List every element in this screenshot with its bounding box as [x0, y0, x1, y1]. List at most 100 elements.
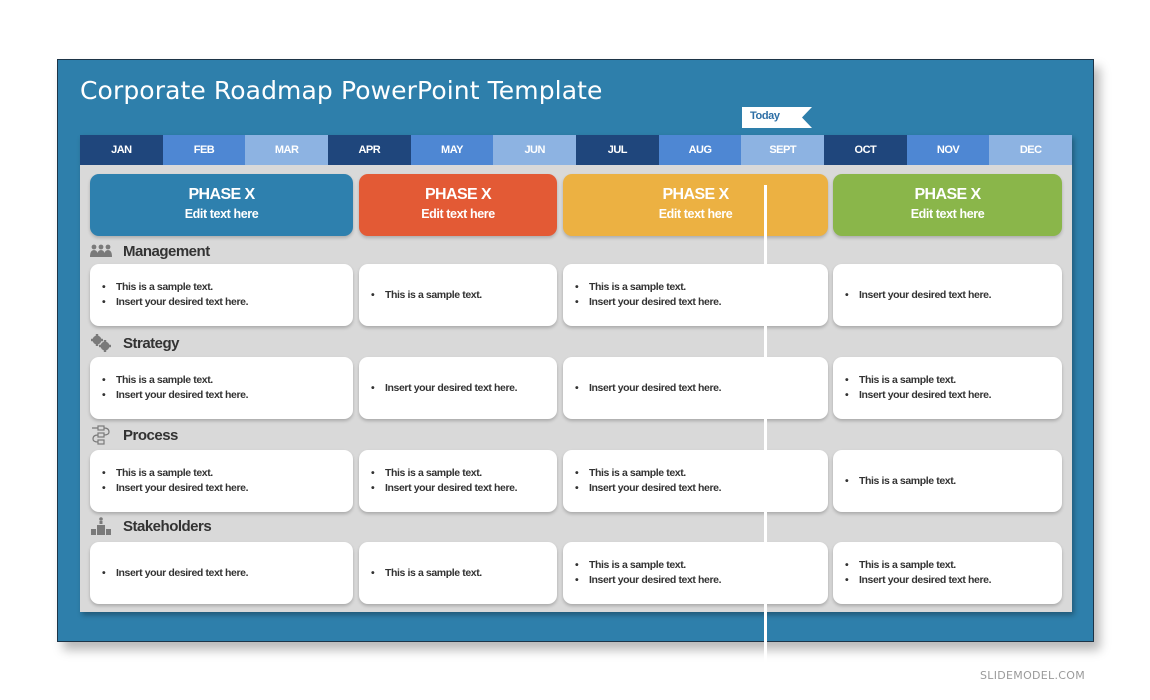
roadmap-card[interactable]: Insert your desired text here.	[90, 542, 353, 604]
bullet-list: This is a sample text.Insert your desire…	[575, 558, 722, 588]
bullet-item: This is a sample text.	[845, 558, 991, 573]
bullet-item: Insert your desired text here.	[845, 573, 992, 588]
bullet-item: Insert your desired text here.	[371, 381, 518, 396]
phase-subtitle: Edit text here	[910, 207, 985, 221]
bullet-item: Insert your desired text here.	[102, 388, 249, 403]
roadmap-card[interactable]: This is a sample text.Insert your desire…	[90, 450, 353, 512]
bullet-list: This is a sample text.	[371, 288, 482, 303]
category-label-process: Process	[90, 425, 178, 445]
category-name: Stakeholders	[123, 517, 212, 535]
bullet-item: This is a sample text.	[371, 566, 482, 581]
roadmap-card[interactable]: This is a sample text.Insert your desire…	[563, 450, 828, 512]
bullet-list: Insert your desired text here.	[102, 566, 249, 581]
roadmap-card[interactable]: Insert your desired text here.	[833, 264, 1062, 326]
category-label-stakeholders: Stakeholders	[90, 516, 212, 536]
bullet-item: This is a sample text.	[371, 288, 482, 303]
slide-title: Corporate Roadmap PowerPoint Template	[80, 76, 603, 105]
roadmap-card[interactable]: This is a sample text.Insert your desire…	[90, 264, 353, 326]
category-name: Strategy	[123, 334, 180, 352]
slide: Corporate Roadmap PowerPoint Template JA…	[57, 59, 1094, 700]
bullet-item: This is a sample text.	[102, 280, 248, 295]
bullet-item: This is a sample text.	[371, 466, 517, 481]
gears-icon	[90, 334, 114, 352]
roadmap-card[interactable]: This is a sample text.Insert your desire…	[359, 450, 557, 512]
bullet-item: Insert your desired text here.	[102, 481, 249, 496]
today-flag: Today	[742, 107, 812, 128]
month-oct: OCT	[824, 135, 907, 165]
phase-header[interactable]: PHASE X Edit text here	[359, 174, 557, 236]
bullet-list: This is a sample text.Insert your desire…	[575, 466, 722, 496]
phase-title: PHASE X	[188, 186, 255, 203]
month-sept: SEPT	[741, 135, 825, 165]
phase-title: PHASE X	[424, 186, 492, 203]
bullet-item: Insert your desired text here.	[845, 288, 992, 303]
people-icon	[90, 242, 114, 260]
bullet-item: This is a sample text.	[102, 466, 248, 481]
bullet-list: This is a sample text.Insert your desire…	[102, 466, 249, 496]
bullet-item: This is a sample text.	[102, 373, 248, 388]
today-line	[764, 185, 767, 698]
category-label-management: Management	[90, 241, 210, 261]
roadmap-card[interactable]: This is a sample text.Insert your desire…	[563, 542, 828, 604]
month-feb: FEB	[162, 135, 246, 165]
bullet-item: Insert your desired text here.	[575, 381, 722, 396]
bullet-list: This is a sample text.	[371, 566, 482, 581]
bullet-list: This is a sample text.	[845, 474, 956, 489]
phase-subtitle: Edit text here	[421, 207, 495, 221]
category-label-strategy: Strategy	[90, 333, 180, 353]
roadmap-card[interactable]: Insert your desired text here.	[359, 357, 557, 419]
bullet-list: Insert your desired text here.	[575, 381, 722, 396]
phase-title: PHASE X	[662, 186, 729, 203]
month-jan: JAN	[80, 135, 163, 165]
bullet-item: Insert your desired text here.	[575, 481, 722, 496]
month-may: MAY	[410, 135, 494, 165]
bullet-list: Insert your desired text here.	[371, 381, 518, 396]
bullet-list: This is a sample text.Insert your desire…	[575, 280, 722, 310]
flowchart-icon	[90, 425, 114, 445]
month-mar: MAR	[245, 135, 329, 165]
roadmap-card[interactable]: This is a sample text.	[833, 450, 1062, 512]
phase-header[interactable]: PHASE X Edit text here	[563, 174, 828, 236]
bullet-item: Insert your desired text here.	[371, 481, 518, 496]
today-label: Today	[750, 110, 780, 122]
bullet-item: This is a sample text.	[575, 558, 721, 573]
roadmap-card[interactable]: This is a sample text.Insert your desire…	[833, 542, 1062, 604]
podium-icon	[90, 517, 114, 535]
bullet-item: This is a sample text.	[845, 373, 991, 388]
bullet-list: This is a sample text.Insert your desire…	[371, 466, 518, 496]
category-name: Process	[123, 426, 178, 444]
bullet-item: Insert your desired text here.	[845, 388, 992, 403]
bullet-item: Insert your desired text here.	[102, 295, 249, 310]
bullet-list: Insert your desired text here.	[845, 288, 992, 303]
bullet-item: This is a sample text.	[575, 466, 721, 481]
roadmap-card[interactable]: This is a sample text.	[359, 542, 557, 604]
phase-subtitle: Edit text here	[184, 207, 259, 221]
month-apr: APR	[328, 135, 411, 165]
month-aug: AUG	[658, 135, 742, 165]
bullet-list: This is a sample text.Insert your desire…	[102, 373, 249, 403]
phase-header[interactable]: PHASE X Edit text here	[90, 174, 353, 236]
roadmap-card[interactable]: This is a sample text.	[359, 264, 557, 326]
roadmap-card[interactable]: Insert your desired text here.	[563, 357, 828, 419]
roadmap-card[interactable]: This is a sample text.Insert your desire…	[833, 357, 1062, 419]
month-bar: JAN FEB MAR APR MAY JUN JUL AUG SEPT OCT NOV DEC	[80, 135, 1073, 165]
month-nov: NOV	[906, 135, 990, 165]
watermark: SLIDEMODEL.COM	[980, 669, 1085, 682]
bullet-item: This is a sample text.	[575, 280, 721, 295]
month-jul: JUL	[576, 135, 659, 165]
roadmap-card[interactable]: This is a sample text.Insert your desire…	[563, 264, 828, 326]
month-dec: DEC	[989, 135, 1073, 165]
phase-subtitle: Edit text here	[658, 207, 733, 221]
roadmap-card[interactable]: This is a sample text.Insert your desire…	[90, 357, 353, 419]
bullet-item: Insert your desired text here.	[575, 295, 722, 310]
bullet-item: Insert your desired text here.	[102, 566, 249, 581]
phase-header[interactable]: PHASE X Edit text here	[833, 174, 1062, 236]
bullet-list: This is a sample text.Insert your desire…	[845, 558, 992, 588]
phase-title: PHASE X	[914, 186, 981, 203]
bullet-list: This is a sample text.Insert your desire…	[102, 280, 249, 310]
category-name: Management	[123, 242, 210, 260]
month-jun: JUN	[493, 135, 577, 165]
bullet-item: This is a sample text.	[845, 474, 956, 489]
roadmap-panel: JAN FEB MAR APR MAY JUN JUL AUG SEPT OCT NOV DEC PH…	[80, 135, 1073, 700]
today-line-end-dot	[760, 694, 771, 700]
